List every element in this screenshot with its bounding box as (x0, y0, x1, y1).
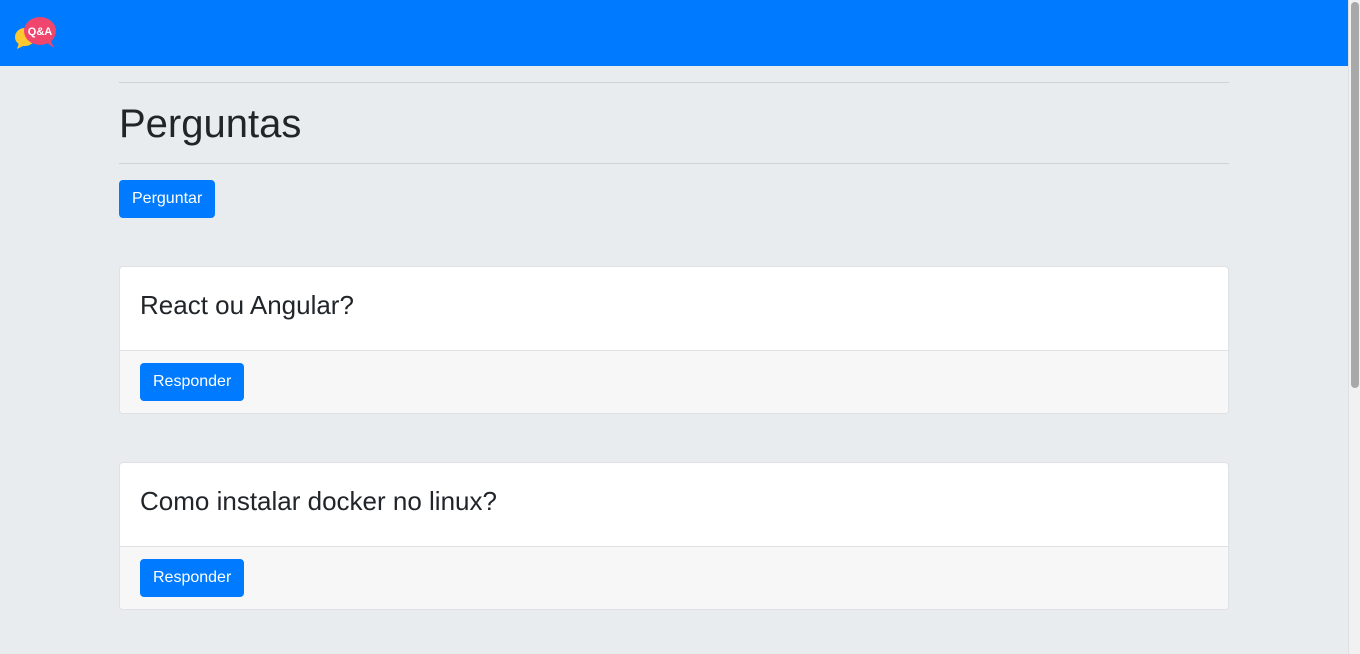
question-card-footer: Responder (120, 350, 1228, 413)
page-title: Perguntas (119, 102, 302, 146)
question-card: React ou Angular? Responder (119, 266, 1229, 414)
divider-bottom (119, 163, 1229, 164)
svg-text:Q&A: Q&A (28, 26, 53, 38)
question-card-footer: Responder (120, 546, 1228, 609)
scrollbar-thumb[interactable] (1351, 2, 1359, 388)
qa-speech-bubbles-icon: Q&A (15, 17, 56, 49)
answer-button[interactable]: Responder (140, 363, 245, 401)
top-navbar: Q&A (0, 0, 1348, 66)
ask-question-button[interactable]: Perguntar (119, 180, 216, 218)
question-title: Como instalar docker no linux? (140, 486, 497, 516)
brand-logo[interactable]: Q&A (14, 16, 58, 50)
page-scrollbar[interactable] (1348, 0, 1360, 654)
answer-button[interactable]: Responder (140, 559, 245, 597)
main-container: Perguntas Perguntar React ou Angular? Re… (119, 66, 1229, 610)
question-title: React ou Angular? (140, 290, 354, 320)
question-card: Como instalar docker no linux? Responder (119, 462, 1229, 610)
